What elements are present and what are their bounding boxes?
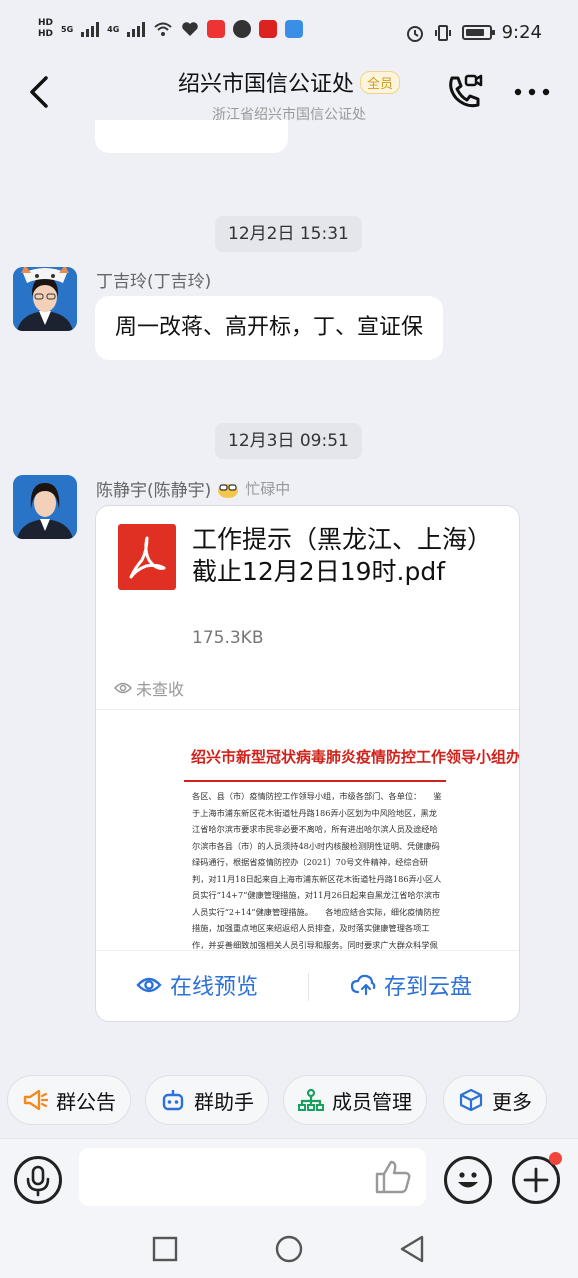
avatar-photo [13, 267, 77, 331]
save-to-cloud-button[interactable]: 存到云盘 [350, 969, 472, 1001]
eye-icon [136, 977, 162, 993]
file-size: 175.3KB [192, 628, 264, 648]
alarm-icon [406, 25, 423, 42]
org-chart-icon [298, 1088, 324, 1111]
file-name: 工作提示（黑龙江、上海）截止12月2日19时.pdf [192, 525, 493, 586]
timestamp: 12月3日 09:51 [215, 423, 362, 459]
document-red-rule [184, 780, 446, 782]
megaphone-icon [23, 1089, 48, 1111]
heart-icon [182, 22, 199, 36]
wifi-icon [154, 22, 172, 36]
document-preview-title: 绍兴市新型冠状病毒肺炎疫情防控工作领导小组办公室 [191, 748, 520, 766]
pdf-file-icon [118, 524, 176, 590]
sender-name: 陈静宇(陈静宇) [96, 481, 212, 501]
cloud-upload-icon [350, 974, 376, 996]
chat-header: 绍兴市国信公证处 全员 浙江省绍兴市国信公证处 [0, 60, 578, 130]
page-title: 绍兴市国信公证处 [177, 72, 354, 97]
more-label: 更多 [492, 1089, 532, 1114]
plus-icon [523, 1167, 549, 1193]
recent-apps-icon[interactable] [152, 1236, 178, 1262]
document-preview-body: 各区、县（市）疫情防控工作领导小组，市级各部门、各单位： 鉴于上海市浦东新区花木… [192, 791, 442, 950]
online-preview-button[interactable]: 在线预览 [136, 969, 258, 1001]
save-to-cloud-label: 存到云盘 [384, 975, 473, 1000]
member-management-label: 成员管理 [332, 1089, 412, 1114]
page-subtitle: 浙江省绍兴市国信公证处 [212, 107, 366, 123]
network-gen-1: 5G [61, 24, 74, 34]
app-notification-icon [207, 20, 226, 38]
thumbs-up-icon[interactable] [374, 1159, 412, 1195]
member-management-button[interactable]: 成员管理 [283, 1075, 427, 1125]
back-nav-icon[interactable] [398, 1234, 426, 1264]
read-status-label: 未查收 [136, 680, 185, 699]
robot-icon [162, 1090, 184, 1111]
vibrate-icon [434, 24, 451, 41]
battery-icon [461, 25, 495, 40]
group-notice-label: 群公告 [56, 1089, 116, 1114]
online-preview-label: 在线预览 [170, 975, 259, 1000]
system-nav-bar [0, 1218, 578, 1278]
microphone-icon [26, 1165, 50, 1197]
file-actions: 在线预览 存到云盘 [96, 950, 519, 1021]
more-button[interactable]: 更多 [443, 1075, 547, 1125]
busy-status-icon [218, 483, 239, 498]
group-notice-button[interactable]: 群公告 [7, 1075, 131, 1125]
voice-input-button[interactable] [14, 1156, 62, 1204]
read-status: 未查收 [114, 676, 184, 700]
avatar-photo [13, 475, 77, 539]
document-preview[interactable]: 绍兴市新型冠状病毒肺炎疫情防控工作领导小组办公室 各区、县（市）疫情防控工作领导… [96, 710, 520, 950]
group-assistant-label: 群助手 [194, 1089, 254, 1114]
cube-icon [459, 1088, 483, 1112]
app-notification-icon-4 [285, 20, 304, 38]
avatar[interactable] [13, 267, 77, 331]
sender-name: 丁吉玲(丁吉玲) [96, 272, 212, 292]
eye-icon [114, 682, 132, 694]
avatar[interactable] [13, 475, 77, 539]
signal-icon-2 [127, 21, 146, 37]
more-dots-icon[interactable] [512, 82, 552, 102]
group-assistant-button[interactable]: 群助手 [145, 1075, 269, 1125]
app-notification-icon-2 [233, 20, 252, 38]
sender-status: 忙碌中 [245, 480, 291, 498]
message-bubble-previous[interactable] [95, 120, 288, 153]
home-icon[interactable] [274, 1234, 304, 1264]
message-input-bar [0, 1138, 578, 1218]
signal-icon [81, 21, 100, 37]
app-notification-icon-3 [259, 20, 278, 38]
network-indicator: HD HD [38, 18, 54, 39]
timestamp: 12月2日 15:31 [215, 216, 362, 252]
smiley-icon [458, 1172, 478, 1188]
phone-video-icon[interactable] [444, 72, 484, 112]
network-gen-2: 4G [107, 24, 120, 34]
action-separator [308, 973, 309, 1001]
file-message-card[interactable]: 工作提示（黑龙江、上海）截止12月2日19时.pdf 175.3KB 未查收 绍… [95, 505, 520, 1022]
message-bubble[interactable]: 周一改蒋、高开标，丁、宣证保 [95, 296, 444, 360]
notification-dot [549, 1152, 562, 1165]
clock: 9:24 [501, 22, 542, 43]
sender-line: 陈静宇(陈静宇) 忙碌中 [96, 476, 290, 501]
member-badge: 全员 [360, 70, 401, 94]
emoji-button[interactable] [444, 1156, 492, 1204]
